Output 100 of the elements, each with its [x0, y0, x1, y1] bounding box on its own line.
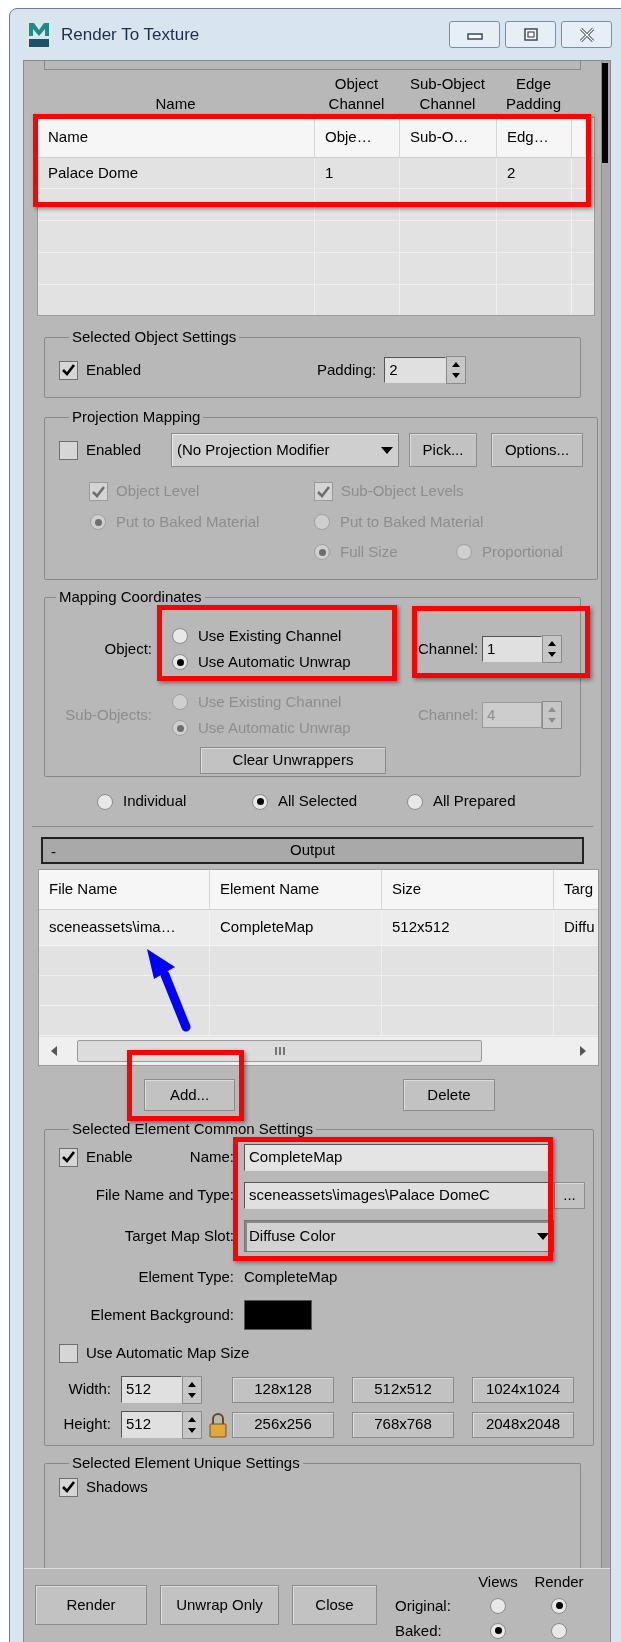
label: Enable — [86, 1146, 133, 1167]
label: Original: — [395, 1596, 452, 1616]
size-preset-button[interactable]: 256x256 — [232, 1411, 334, 1438]
label: File Name and Type: — [94, 1184, 234, 1205]
size-preset-button[interactable]: 1024x1024 — [472, 1376, 574, 1403]
caret-icon — [537, 1232, 549, 1240]
radio-button[interactable] — [252, 793, 268, 810]
checkbox[interactable] — [59, 360, 78, 380]
input-field[interactable]: 512 — [121, 1376, 182, 1403]
maximize-button[interactable] — [505, 21, 556, 48]
label: Target Map Slot: — [123, 1225, 234, 1246]
table-cell: 2 — [497, 158, 572, 188]
input-field[interactable]: 1 — [482, 636, 543, 662]
label: Use Existing Channel — [198, 625, 342, 646]
scrollbar-thumb[interactable] — [77, 1040, 482, 1062]
size-preset-button[interactable]: 2048x2048 — [472, 1411, 574, 1438]
name-field[interactable]: CompleteMap — [244, 1143, 549, 1171]
input-field[interactable]: 2 — [384, 357, 447, 383]
radio-button[interactable] — [97, 793, 113, 810]
size-preset-button[interactable]: 512x512 — [352, 1376, 454, 1403]
button[interactable]: Close — [292, 1585, 377, 1625]
group-title: Projection Mapping — [71, 408, 202, 426]
window-title: Render To Texture — [61, 23, 200, 46]
label: All Prepared — [433, 791, 516, 812]
group-title: Mapping Coordinates — [58, 588, 203, 606]
radio-button[interactable] — [551, 1597, 567, 1614]
lock-icon[interactable] — [208, 1411, 228, 1438]
column-header[interactable]: File Name — [39, 870, 210, 909]
label: Width: — [67, 1379, 111, 1400]
column-caption: Edge Padding — [504, 74, 563, 114]
label: Height: — [62, 1414, 111, 1435]
column-header[interactable]: Obje… — [315, 118, 400, 157]
column-caption: Views — [477, 1572, 519, 1592]
app-logo-icon — [26, 19, 52, 50]
value-text: CompleteMap — [244, 1266, 338, 1287]
column-header[interactable]: Size — [382, 870, 554, 909]
input-field[interactable]: 512 — [121, 1411, 182, 1438]
spinner-arrows[interactable] — [542, 635, 563, 663]
size-preset-button[interactable]: 768x768 — [352, 1411, 454, 1438]
radio-button[interactable] — [490, 1622, 506, 1639]
button[interactable]: Delete — [403, 1079, 495, 1111]
label: Element Type: — [137, 1266, 234, 1287]
label: Element Background: — [89, 1304, 234, 1325]
spinner-arrows[interactable] — [182, 1375, 202, 1404]
button[interactable]: Render — [35, 1585, 147, 1625]
table-cell: CompleteMap — [210, 910, 382, 945]
spinner-arrows[interactable] — [446, 356, 467, 384]
label: Object: — [103, 638, 152, 659]
button[interactable]: Clear Unwrappers — [200, 747, 386, 774]
column-header[interactable]: Name — [38, 118, 315, 157]
close-icon — [578, 27, 595, 42]
group-title: Selected Object Settings — [71, 328, 238, 346]
button[interactable]: Options... — [491, 433, 583, 467]
scrollbar[interactable] — [601, 61, 610, 1568]
radio-button[interactable] — [551, 1622, 567, 1639]
checkbox[interactable] — [59, 1477, 78, 1497]
caret-icon — [381, 446, 393, 454]
button[interactable]: Pick... — [409, 433, 477, 467]
column-caption: Sub-Object Channel — [408, 74, 486, 114]
column-header[interactable]: Targ — [554, 870, 598, 909]
table-cell: Diffu — [554, 910, 598, 945]
scrollbar-thumb[interactable] — [602, 63, 608, 163]
column-caption: Render — [533, 1572, 585, 1592]
label: Padding: — [317, 359, 377, 380]
restore-icon — [522, 27, 539, 42]
label: Name: — [189, 1146, 234, 1167]
collapse-toggle[interactable]: - — [51, 841, 56, 864]
column-header[interactable]: Sub-O… — [400, 118, 497, 157]
label: Individual — [123, 791, 187, 812]
radio-button[interactable] — [407, 793, 423, 810]
rollout-header[interactable]: - Output — [41, 837, 584, 864]
checkbox[interactable] — [59, 440, 78, 460]
column-caption: Object Channel — [327, 74, 386, 114]
scroll-left-icon[interactable] — [51, 1046, 57, 1056]
radio-button[interactable] — [490, 1597, 506, 1614]
button[interactable]: Unwrap Only — [160, 1585, 279, 1625]
rollout-title: Output — [290, 840, 335, 861]
radio-button[interactable] — [172, 628, 188, 644]
column-caption: Name — [154, 94, 197, 114]
label: Baked: — [395, 1621, 443, 1641]
color-swatch[interactable] — [244, 1300, 312, 1330]
spinner-arrows[interactable] — [182, 1410, 202, 1439]
checkbox[interactable] — [59, 1147, 78, 1167]
table-cell: 1 — [315, 158, 400, 188]
close-button[interactable] — [561, 21, 612, 48]
column-header[interactable]: Element Name — [210, 870, 382, 909]
browse-button[interactable]: ... — [554, 1181, 585, 1209]
table-cell: Palace Dome — [38, 158, 315, 188]
checkbox[interactable] — [59, 1343, 78, 1363]
button[interactable]: Add... — [144, 1079, 235, 1111]
size-preset-button[interactable]: 128x128 — [232, 1376, 334, 1403]
dropdown[interactable]: Diffuse Color — [244, 1220, 554, 1252]
scroll-right-icon[interactable] — [580, 1046, 586, 1056]
file-name-field[interactable]: sceneassets\images\Palace DomeC — [244, 1181, 549, 1209]
dropdown[interactable]: (No Projection Modifier — [171, 433, 399, 467]
radio-button[interactable] — [172, 654, 188, 670]
column-header[interactable]: Edg… — [497, 118, 572, 157]
grip-icon — [274, 1046, 285, 1056]
minimize-button[interactable] — [449, 21, 500, 48]
horizontal-scrollbar[interactable] — [39, 1037, 598, 1065]
